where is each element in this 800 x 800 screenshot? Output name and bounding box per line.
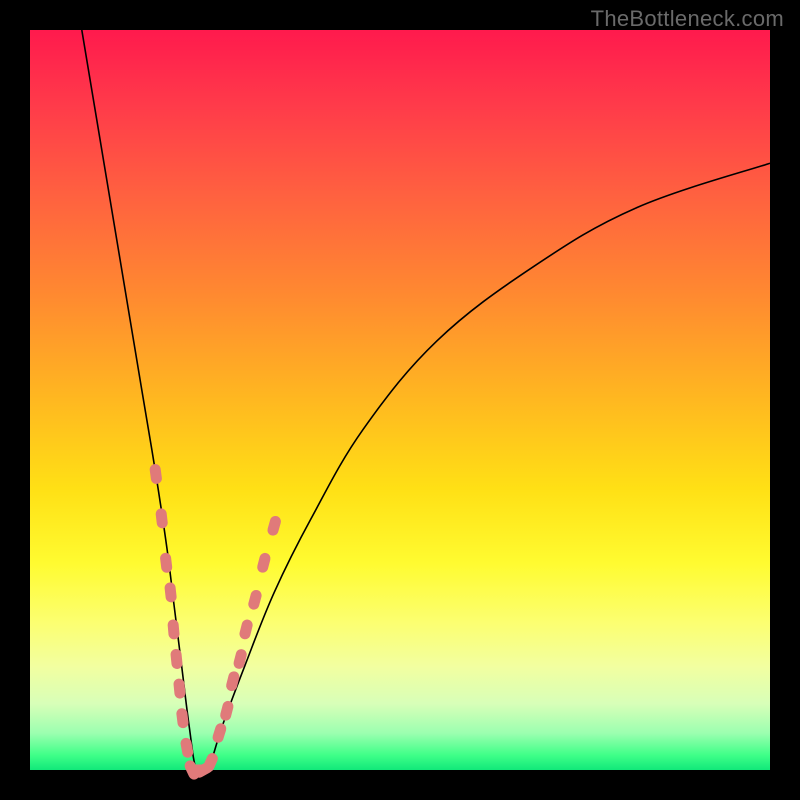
bead: [247, 589, 263, 611]
curve-svg: [30, 30, 770, 770]
bead: [180, 737, 194, 759]
bead: [219, 700, 235, 722]
bead: [167, 619, 180, 640]
bead: [164, 582, 177, 603]
plot-area: [30, 30, 770, 770]
watermark-text: TheBottleneck.com: [591, 6, 784, 32]
bead: [256, 552, 272, 574]
bead: [232, 648, 248, 670]
bead: [155, 508, 168, 529]
bottleneck-curve: [82, 30, 770, 776]
bead: [266, 515, 282, 537]
bead: [170, 649, 183, 670]
bead: [149, 463, 163, 484]
chart-frame: TheBottleneck.com: [0, 0, 800, 800]
bead: [225, 670, 241, 692]
bead: [238, 618, 254, 640]
bead: [160, 552, 173, 573]
bead: [211, 722, 227, 744]
